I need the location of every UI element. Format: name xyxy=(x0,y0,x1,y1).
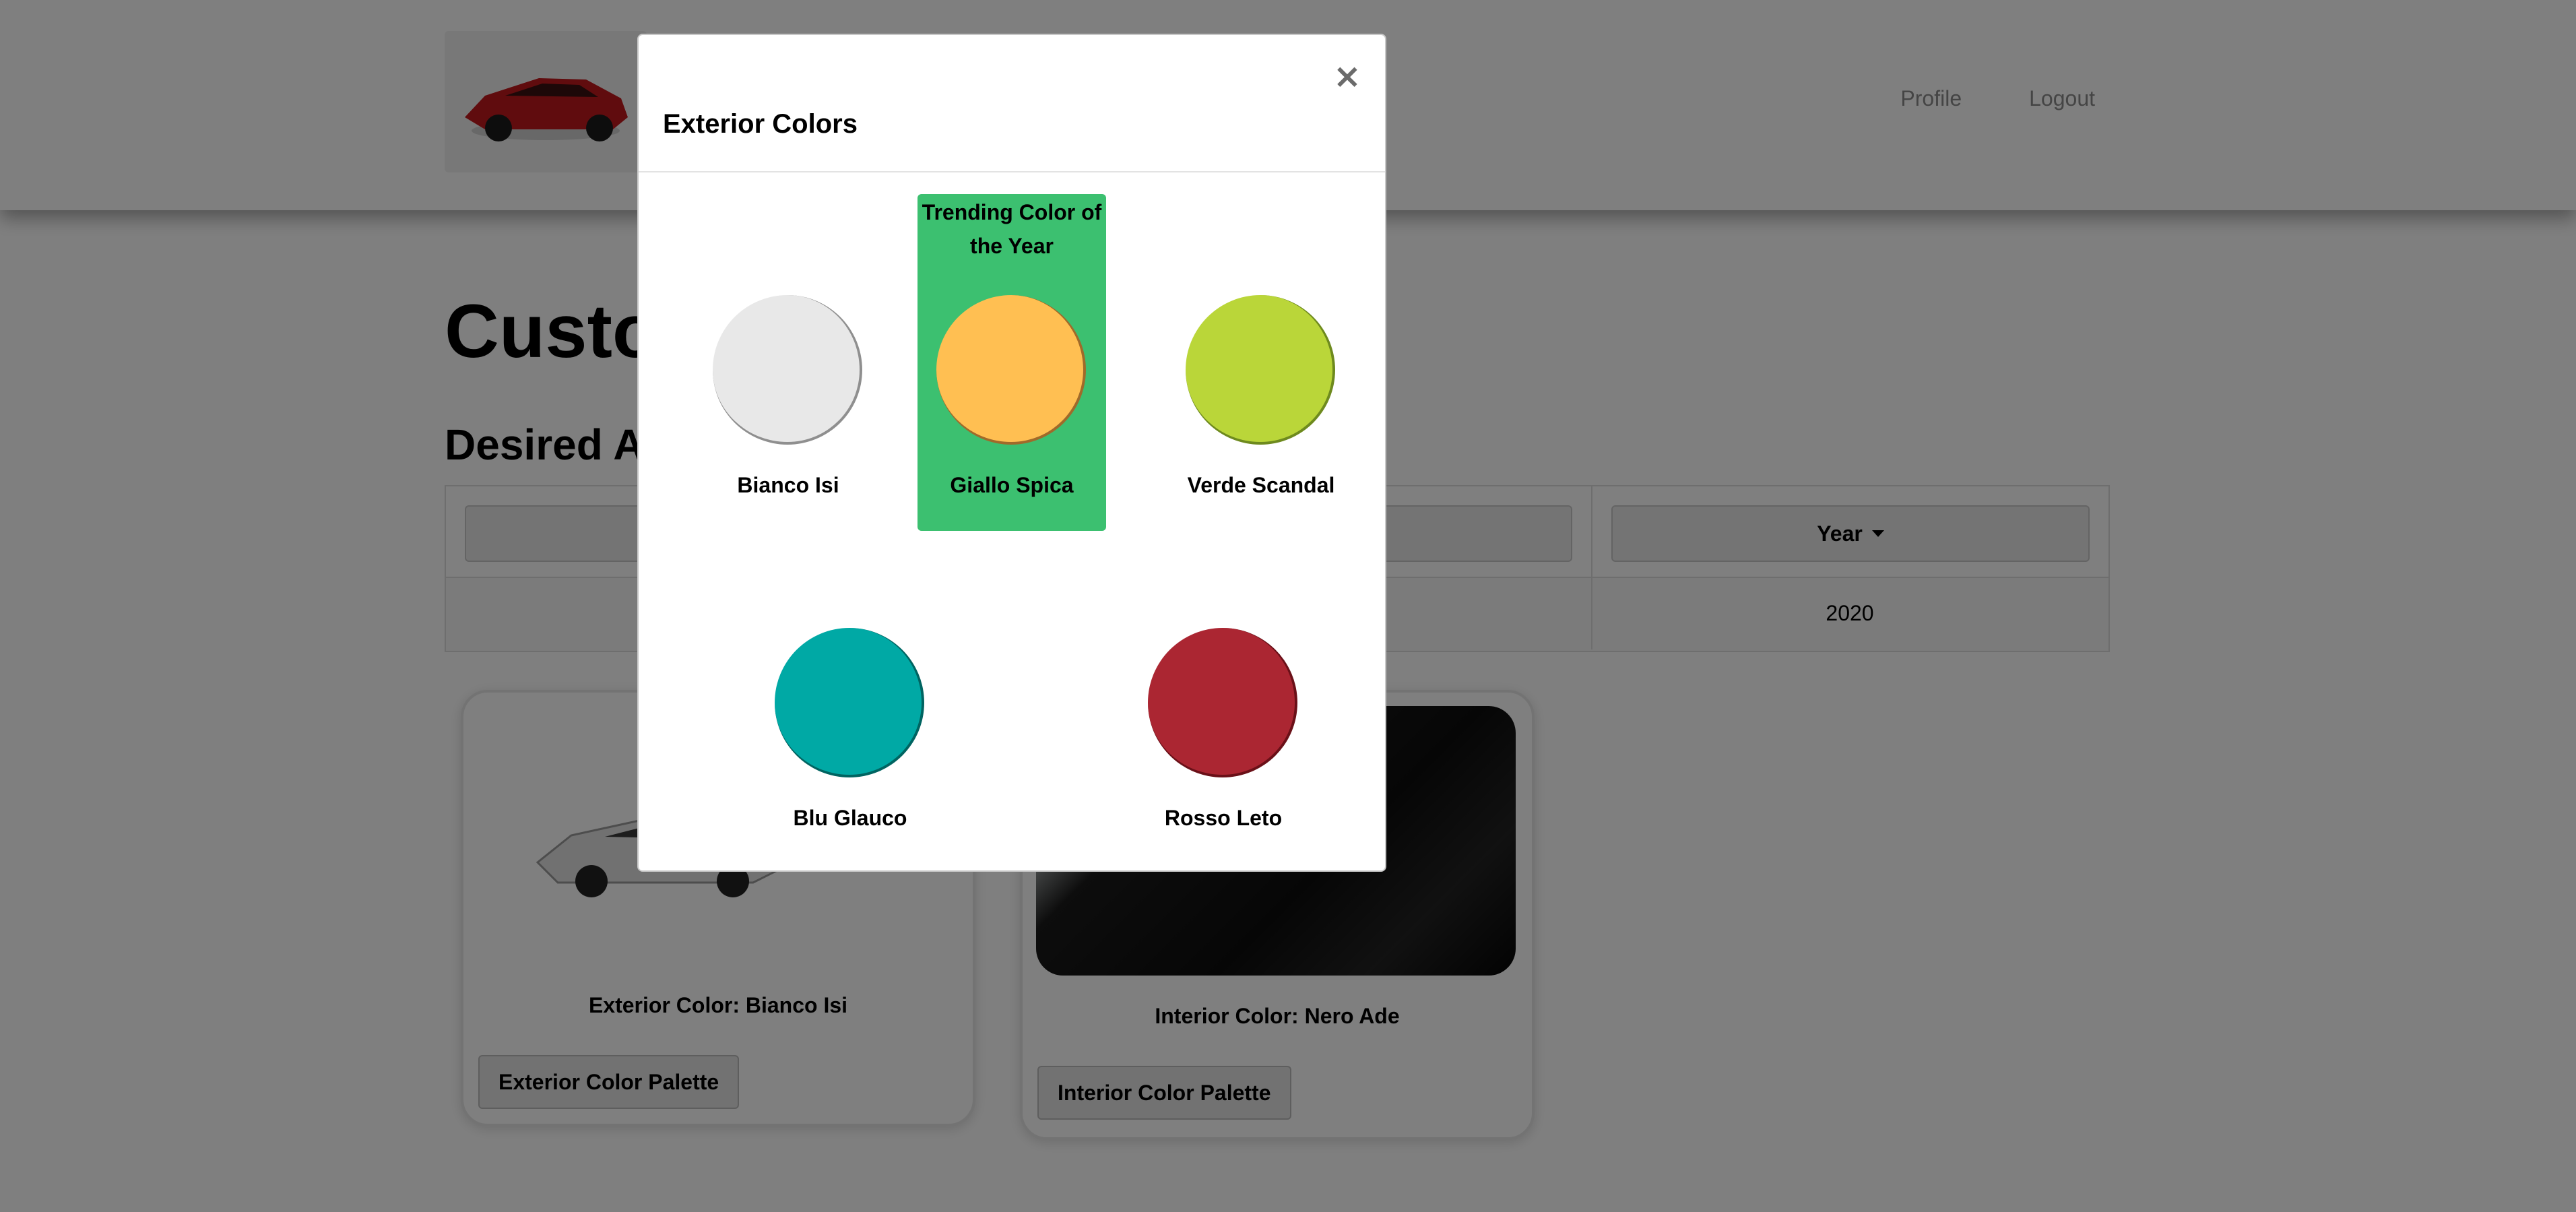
exterior-colors-modal: Exterior Colors × Bianco Isi Trending Co… xyxy=(637,34,1386,872)
color-option-bianco-isi[interactable]: Bianco Isi xyxy=(694,194,882,531)
color-swatch[interactable] xyxy=(1148,628,1297,777)
color-name: Giallo Spica xyxy=(950,473,1074,497)
color-name: Blu Glauco xyxy=(793,806,907,830)
color-option-giallo-spica[interactable]: Trending Color of the Year Giallo Spica xyxy=(917,194,1106,531)
color-swatch[interactable] xyxy=(1186,295,1335,445)
color-option-verde-scandal[interactable]: Verde Scandal xyxy=(1167,194,1355,531)
close-icon[interactable]: × xyxy=(1332,59,1362,93)
color-option-blu-glauco[interactable]: Blu Glauco xyxy=(756,527,944,864)
color-name: Bianco Isi xyxy=(737,473,839,497)
modal-title: Exterior Colors xyxy=(663,109,858,139)
color-swatch[interactable] xyxy=(713,295,862,445)
color-name: Rosso Leto xyxy=(1164,806,1283,830)
trending-badge: Trending Color of the Year xyxy=(922,200,1102,258)
modal-header: Exterior Colors × xyxy=(639,35,1385,172)
color-option-rosso-leto[interactable]: Rosso Leto xyxy=(1129,527,1318,864)
color-name: Verde Scandal xyxy=(1187,473,1335,497)
color-swatch[interactable] xyxy=(775,628,924,777)
color-swatch[interactable] xyxy=(936,295,1086,445)
